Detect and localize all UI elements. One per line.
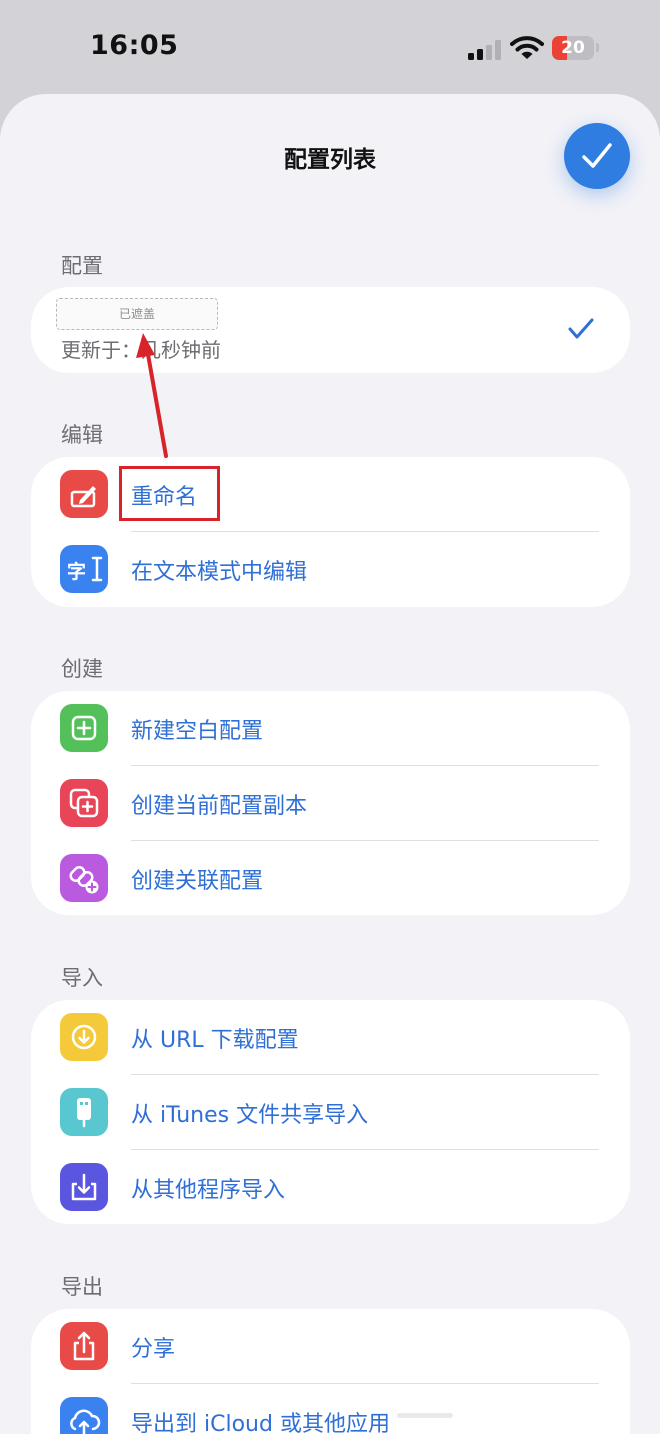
plus-square-icon [60,704,108,752]
masked-config-name: 已遮盖 [56,298,218,330]
share-label: 分享 [131,1337,176,1362]
wifi-icon [510,35,544,61]
status-bar: 16:05 20 [0,0,660,95]
config-card[interactable]: 已遮盖 更新于：几秒钟前 [31,287,630,373]
config-updated-text: 更新于：几秒钟前 [61,338,221,362]
rename-icon [60,470,108,518]
checkmark-icon [582,143,612,168]
download-url-row[interactable]: 从 URL 下载配置 [31,1000,630,1075]
config-list-sheet: 配置列表 配置 已遮盖 更新于：几秒钟前 编辑 重命名 字 在文本模式中编辑 创… [0,94,660,1434]
section-header-edit: 编辑 [61,423,103,447]
usb-drive-icon [60,1088,108,1136]
edit-text-mode-row[interactable]: 字 在文本模式中编辑 [31,532,630,607]
create-card: 新建空白配置 创建当前配置副本 创建关联配置 [31,691,630,915]
selected-check-icon [568,318,594,339]
cloud-upload-icon [60,1397,108,1434]
duplicate-config-row[interactable]: 创建当前配置副本 [31,766,630,841]
new-blank-config-row[interactable]: 新建空白配置 [31,691,630,766]
section-header-create: 创建 [61,657,103,681]
linked-config-row[interactable]: 创建关联配置 [31,841,630,915]
new-blank-config-label: 新建空白配置 [131,719,264,744]
section-header-import: 导入 [61,966,103,990]
other-app-import-label: 从其他程序导入 [131,1178,286,1203]
battery-level: 20 [561,38,585,58]
cellular-signal-icon [468,40,502,60]
annotation-highlight-box [119,466,220,521]
linked-config-label: 创建关联配置 [131,869,264,894]
done-button[interactable] [564,123,630,189]
duplicate-config-label: 创建当前配置副本 [131,794,308,819]
export-icloud-row[interactable]: 导出到 iCloud 或其他应用 [31,1384,630,1434]
download-url-label: 从 URL 下载配置 [131,1028,299,1053]
home-indicator [397,1413,453,1418]
other-app-import-row[interactable]: 从其他程序导入 [31,1150,630,1224]
itunes-import-label: 从 iTunes 文件共享导入 [131,1103,369,1128]
export-icloud-label: 导出到 iCloud 或其他应用 [131,1412,390,1434]
section-header-config: 配置 [61,254,103,278]
section-header-export: 导出 [61,1275,103,1299]
text-edit-icon: 字 [60,545,108,593]
battery-cap [596,43,599,52]
svg-text:字: 字 [67,560,86,583]
share-row[interactable]: 分享 [31,1309,630,1384]
itunes-import-row[interactable]: 从 iTunes 文件共享导入 [31,1075,630,1150]
status-time: 16:05 [90,30,179,61]
import-tray-icon [60,1163,108,1211]
share-icon [60,1322,108,1370]
duplicate-icon [60,779,108,827]
edit-text-mode-label: 在文本模式中编辑 [131,560,308,585]
export-card: 分享 导出到 iCloud 或其他应用 [31,1309,630,1434]
import-card: 从 URL 下载配置 从 iTunes 文件共享导入 从其他程序导入 [31,1000,630,1224]
download-circle-icon [60,1013,108,1061]
link-plus-icon [60,854,108,902]
battery-icon: 20 [552,36,594,60]
sheet-title: 配置列表 [284,147,376,173]
